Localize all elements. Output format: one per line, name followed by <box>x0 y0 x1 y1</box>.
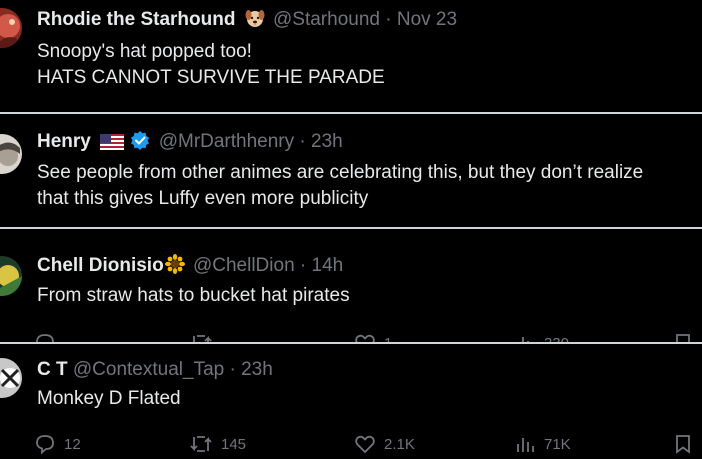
tweet-text: Snoopy's hat popped too! HATS CANNOT SUR… <box>37 39 385 91</box>
repost-count: 145 <box>221 435 247 453</box>
tweet-text-line: From straw hats to bucket hat pirates <box>37 285 350 306</box>
tweet-card[interactable]: Chell Dionisio @ChellDion · 14h From str… <box>0 232 702 342</box>
avatar[interactable] <box>0 358 22 398</box>
tweet-text: See people from other animes are celebra… <box>37 160 643 212</box>
verified-badge-icon[interactable] <box>130 130 150 157</box>
views-button[interactable]: 330 <box>514 330 569 342</box>
timestamp[interactable]: 23h <box>311 131 343 152</box>
repost-icon <box>189 332 213 342</box>
tweet-actions: 1 330 <box>0 330 702 342</box>
reply-count: 12 <box>64 435 81 453</box>
bookmark-button[interactable] <box>673 330 693 342</box>
us-flag-icon <box>100 133 125 157</box>
author-name[interactable]: Rhodie the Starhound <box>37 9 235 30</box>
tweet-actions: 12 145 2.1K 71K <box>0 431 702 457</box>
dog-emoji-icon <box>245 8 265 35</box>
author-name[interactable]: C T <box>37 359 68 380</box>
like-count: 1 <box>384 335 392 343</box>
reply-button[interactable]: 12 <box>34 431 81 457</box>
author-name[interactable]: Chell Dionisio <box>37 255 164 276</box>
timestamp[interactable]: Nov 23 <box>397 9 457 30</box>
tweet-text: From straw hats to bucket hat pirates <box>37 283 350 309</box>
bookmark-button[interactable] <box>673 431 693 457</box>
tweet-text-line: Monkey D Flated <box>37 388 181 409</box>
dot-separator: · <box>385 9 392 30</box>
timestamp[interactable]: 23h <box>241 359 273 380</box>
avatar[interactable] <box>0 134 22 174</box>
reply-icon <box>34 433 56 455</box>
like-icon <box>354 332 376 342</box>
views-icon <box>514 332 536 342</box>
tweet-card[interactable]: Henry @MrDarthhenry · 23h See people fro… <box>0 118 702 225</box>
dot-separator: · <box>299 255 307 276</box>
reply-button[interactable] <box>34 330 56 342</box>
views-count: 71K <box>544 435 571 453</box>
sunflower-emoji-icon <box>164 254 185 281</box>
author-name[interactable]: Henry <box>37 131 91 152</box>
avatar[interactable] <box>0 256 22 296</box>
dot-separator: · <box>299 131 306 152</box>
tweet-card[interactable]: Rhodie the Starhound @Starhound · Nov 23… <box>0 0 702 112</box>
tweet-text-line: Snoopy's hat popped too! <box>37 41 252 62</box>
repost-button[interactable]: 145 <box>189 431 246 457</box>
timestamp[interactable]: 14h <box>312 255 344 276</box>
tweet-text-line: See people from other animes are celebra… <box>37 162 644 183</box>
like-icon <box>354 433 376 455</box>
views-button[interactable]: 71K <box>514 431 571 457</box>
author-handle[interactable]: @Contextual_Tap <box>73 359 224 380</box>
repost-button[interactable] <box>189 330 213 342</box>
like-button[interactable]: 2.1K <box>354 431 415 457</box>
like-count: 2.1K <box>384 435 415 453</box>
divider <box>0 227 702 229</box>
views-icon <box>514 433 536 455</box>
divider <box>0 342 702 344</box>
divider <box>0 112 702 114</box>
author-handle[interactable]: @ChellDion <box>193 255 295 276</box>
avatar[interactable] <box>0 8 22 48</box>
like-button[interactable]: 1 <box>354 330 392 342</box>
tweet-text-line: that this gives Luffy even more publicit… <box>37 188 369 209</box>
bookmark-icon <box>673 332 693 342</box>
author-handle[interactable]: @Starhound <box>273 9 380 30</box>
author-handle[interactable]: @MrDarthhenry <box>159 131 294 152</box>
bookmark-icon <box>673 433 693 455</box>
tweet-text: Monkey D Flated <box>37 386 181 412</box>
views-count: 330 <box>544 335 569 343</box>
reply-icon <box>34 332 56 342</box>
tweet-text-line: HATS CANNOT SURVIVE THE PARADE <box>37 67 385 88</box>
repost-icon <box>189 433 213 455</box>
tweet-card[interactable]: C T @Contextual_Tap · 23h Monkey D Flate… <box>0 346 702 459</box>
dot-separator: · <box>229 359 236 380</box>
